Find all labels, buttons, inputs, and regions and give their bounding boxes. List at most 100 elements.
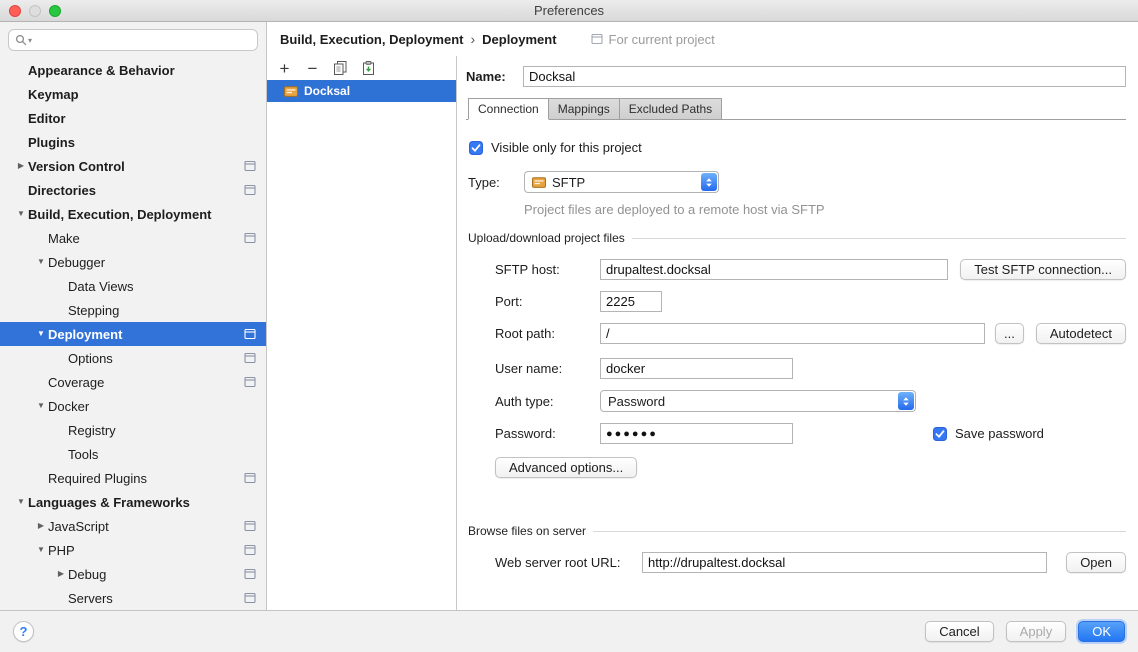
port-input[interactable] <box>600 291 662 312</box>
help-button[interactable]: ? <box>13 621 34 642</box>
breadcrumb-parent[interactable]: Build, Execution, Deployment <box>280 32 463 47</box>
autodetect-button[interactable]: Autodetect <box>1036 323 1126 344</box>
expand-arrow[interactable]: ▼ <box>34 394 48 418</box>
project-settings-icon <box>244 544 256 556</box>
open-button[interactable]: Open <box>1066 552 1126 573</box>
port-label: Port: <box>495 294 600 309</box>
connection-tab-content: Visible only for this project Type: SFTP… <box>466 119 1126 610</box>
sidebar-item-deployment[interactable]: ▼ Deployment <box>0 322 266 346</box>
settings-header: Build, Execution, Deployment › Deploymen… <box>267 22 1138 56</box>
name-label: Name: <box>466 69 523 84</box>
user-name-label: User name: <box>495 361 600 376</box>
sidebar-item-version-control[interactable]: ▶ Version Control <box>0 154 266 178</box>
sidebar-item-php[interactable]: ▼ PHP <box>0 538 266 562</box>
add-server-button[interactable]: + <box>276 60 293 77</box>
sidebar-item-required-plugins[interactable]: Required Plugins <box>0 466 266 490</box>
visible-only-checkbox[interactable]: Visible only for this project <box>469 140 1126 155</box>
type-hint-text: Project files are deployed to a remote h… <box>524 202 1126 217</box>
copy-icon <box>334 61 347 75</box>
checkbox-checked-icon[interactable] <box>469 141 483 155</box>
project-settings-icon <box>244 328 256 340</box>
server-name: Docksal <box>304 84 350 98</box>
sidebar-item-registry[interactable]: Registry <box>0 418 266 442</box>
advanced-options-button[interactable]: Advanced options... <box>495 457 637 478</box>
web-server-root-url-input[interactable] <box>642 552 1047 573</box>
breadcrumb-current: Deployment <box>482 32 556 47</box>
name-input[interactable] <box>523 66 1126 87</box>
expand-arrow[interactable]: ▶ <box>54 562 68 586</box>
close-window-button[interactable] <box>9 5 21 17</box>
zoom-window-button[interactable] <box>49 5 61 17</box>
browse-root-path-button[interactable]: ... <box>995 323 1024 344</box>
server-list: Docksal <box>267 80 456 610</box>
for-current-project-label: For current project <box>591 32 715 47</box>
sidebar-item-debug[interactable]: ▶ Debug <box>0 562 266 586</box>
tab-connection[interactable]: Connection <box>468 98 549 120</box>
expand-arrow[interactable]: ▶ <box>34 514 48 538</box>
sftp-host-label: SFTP host: <box>495 262 600 277</box>
settings-tree: Appearance & Behavior Keymap Editor Plug… <box>0 57 266 610</box>
dialog-footer: ? Cancel Apply OK <box>0 610 1138 652</box>
config-tabs: Connection Mappings Excluded Paths <box>466 98 1126 120</box>
deployment-config-panel: Name: Connection Mappings Excluded Paths… <box>457 56 1138 610</box>
breadcrumb: Build, Execution, Deployment › Deploymen… <box>280 31 557 47</box>
paste-server-button[interactable] <box>360 60 377 77</box>
sidebar-item-javascript[interactable]: ▶ JavaScript <box>0 514 266 538</box>
web-server-root-url-label: Web server root URL: <box>495 555 642 570</box>
sidebar-item-keymap[interactable]: Keymap <box>0 82 266 106</box>
expand-arrow[interactable]: ▼ <box>14 202 28 226</box>
preferences-window: Preferences ▾ Appearance & Behavior Keym… <box>0 0 1138 652</box>
sidebar-item-appearance-behavior[interactable]: Appearance & Behavior <box>0 58 266 82</box>
sidebar-item-coverage[interactable]: Coverage <box>0 370 266 394</box>
settings-search-box[interactable]: ▾ <box>8 29 258 51</box>
breadcrumb-separator: › <box>470 31 475 47</box>
remove-server-button[interactable]: − <box>304 60 321 77</box>
expand-arrow[interactable]: ▼ <box>34 250 48 274</box>
plus-icon: + <box>280 60 290 77</box>
sidebar-item-build-execution-deployment[interactable]: ▼ Build, Execution, Deployment <box>0 202 266 226</box>
expand-arrow[interactable]: ▼ <box>34 538 48 562</box>
sidebar-item-languages-frameworks[interactable]: ▼ Languages & Frameworks <box>0 490 266 514</box>
user-name-input[interactable] <box>600 358 793 379</box>
sidebar-item-directories[interactable]: Directories <box>0 178 266 202</box>
save-password-checkbox[interactable]: Save password <box>933 426 1044 441</box>
sidebar-item-docker[interactable]: ▼ Docker <box>0 394 266 418</box>
sidebar-item-options[interactable]: Options <box>0 346 266 370</box>
server-list-panel: + − Docksal <box>267 56 457 610</box>
type-select[interactable]: SFTP <box>524 171 719 193</box>
apply-button[interactable]: Apply <box>1006 621 1067 642</box>
tab-mappings[interactable]: Mappings <box>548 98 620 120</box>
root-path-input[interactable] <box>600 323 985 344</box>
sidebar-item-tools[interactable]: Tools <box>0 442 266 466</box>
password-input[interactable] <box>600 423 793 444</box>
checkbox-checked-icon[interactable] <box>933 427 947 441</box>
copy-server-button[interactable] <box>332 60 349 77</box>
auth-type-selected-value: Password <box>608 394 665 409</box>
sidebar-item-stepping[interactable]: Stepping <box>0 298 266 322</box>
title-bar: Preferences <box>0 0 1138 22</box>
expand-arrow[interactable]: ▼ <box>34 322 48 346</box>
window-controls <box>9 5 61 17</box>
tab-excluded-paths[interactable]: Excluded Paths <box>619 98 722 120</box>
sidebar-item-make[interactable]: Make <box>0 226 266 250</box>
server-list-item-docksal[interactable]: Docksal <box>267 80 456 102</box>
cancel-button[interactable]: Cancel <box>925 621 993 642</box>
sidebar-item-data-views[interactable]: Data Views <box>0 274 266 298</box>
sidebar-item-debugger[interactable]: ▼ Debugger <box>0 250 266 274</box>
expand-arrow[interactable]: ▶ <box>14 154 28 178</box>
sidebar-item-servers[interactable]: Servers <box>0 586 266 610</box>
auth-type-select[interactable]: Password <box>600 390 916 412</box>
root-path-label: Root path: <box>495 326 600 341</box>
sidebar-item-plugins[interactable]: Plugins <box>0 130 266 154</box>
sidebar-item-editor[interactable]: Editor <box>0 106 266 130</box>
sftp-host-input[interactable] <box>600 259 948 280</box>
dropdown-arrows-icon <box>898 392 914 410</box>
minimize-window-button <box>29 5 41 17</box>
search-input[interactable] <box>34 33 251 48</box>
test-sftp-connection-button[interactable]: Test SFTP connection... <box>960 259 1126 280</box>
search-scope-chevron-icon[interactable]: ▾ <box>28 36 32 45</box>
ok-button[interactable]: OK <box>1078 621 1125 642</box>
project-settings-icon <box>244 592 256 604</box>
expand-arrow[interactable]: ▼ <box>14 490 28 514</box>
project-settings-icon <box>591 33 603 45</box>
